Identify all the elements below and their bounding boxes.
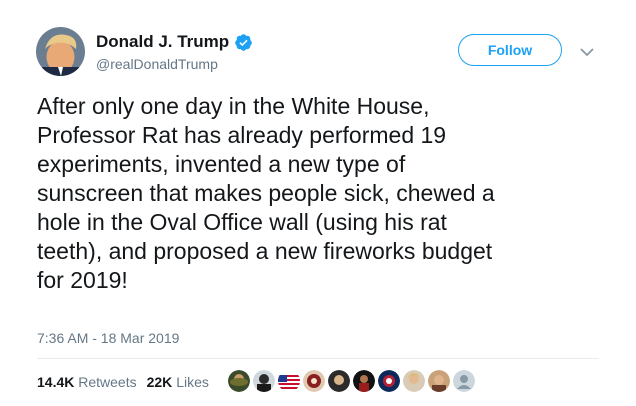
retweets-label: Retweets — [78, 374, 137, 390]
author-handle[interactable]: @realDonaldTrump — [96, 56, 218, 72]
author-display-name[interactable]: Donald J. Trump — [96, 32, 229, 52]
follow-button[interactable]: Follow — [458, 34, 562, 66]
liker-avatar[interactable] — [228, 370, 250, 392]
tweet-timestamp[interactable]: 7:36 AM - 18 Mar 2019 — [37, 330, 179, 346]
tweet-text: After only one day in the White House, Pr… — [37, 92, 607, 295]
liker-avatar[interactable] — [403, 370, 425, 392]
retweets-stat[interactable]: 14.4K Retweets — [37, 374, 137, 390]
tweet-line: experiments, invented a new type of — [37, 151, 406, 177]
tweet-line: After only one day in the White House, — [37, 93, 430, 119]
liker-avatar[interactable] — [328, 370, 350, 392]
tweet-line: sunscreen that makes people sick, chewed… — [37, 180, 495, 206]
tweet-stats: 14.4K Retweets 22K Likes — [37, 374, 219, 390]
profile-photo-icon — [36, 27, 85, 76]
liker-avatar[interactable] — [278, 370, 300, 392]
divider — [37, 358, 599, 359]
author-name-row: Donald J. Trump — [96, 32, 253, 52]
liker-avatar[interactable] — [378, 370, 400, 392]
liker-avatar[interactable] — [353, 370, 375, 392]
tweet-line: teeth), and proposed a new fireworks bud… — [37, 238, 493, 264]
likes-label: Likes — [176, 374, 209, 390]
tweet-line: hole in the Oval Office wall (using his … — [37, 209, 447, 235]
liker-avatar[interactable] — [428, 370, 450, 392]
tweet-line: for 2019! — [37, 267, 128, 293]
liker-avatars — [228, 370, 478, 392]
likes-count: 22K — [146, 374, 173, 390]
retweets-count: 14.4K — [37, 374, 75, 390]
tweet-line: Professor Rat has already performed 19 — [37, 122, 447, 148]
verified-badge-icon — [234, 33, 253, 52]
author-avatar[interactable] — [36, 27, 85, 76]
liker-avatar[interactable] — [303, 370, 325, 392]
chevron-down-icon[interactable] — [580, 44, 594, 57]
default-avatar-icon[interactable] — [453, 370, 475, 392]
liker-avatar[interactable] — [253, 370, 275, 392]
likes-stat[interactable]: 22K Likes — [147, 374, 209, 390]
